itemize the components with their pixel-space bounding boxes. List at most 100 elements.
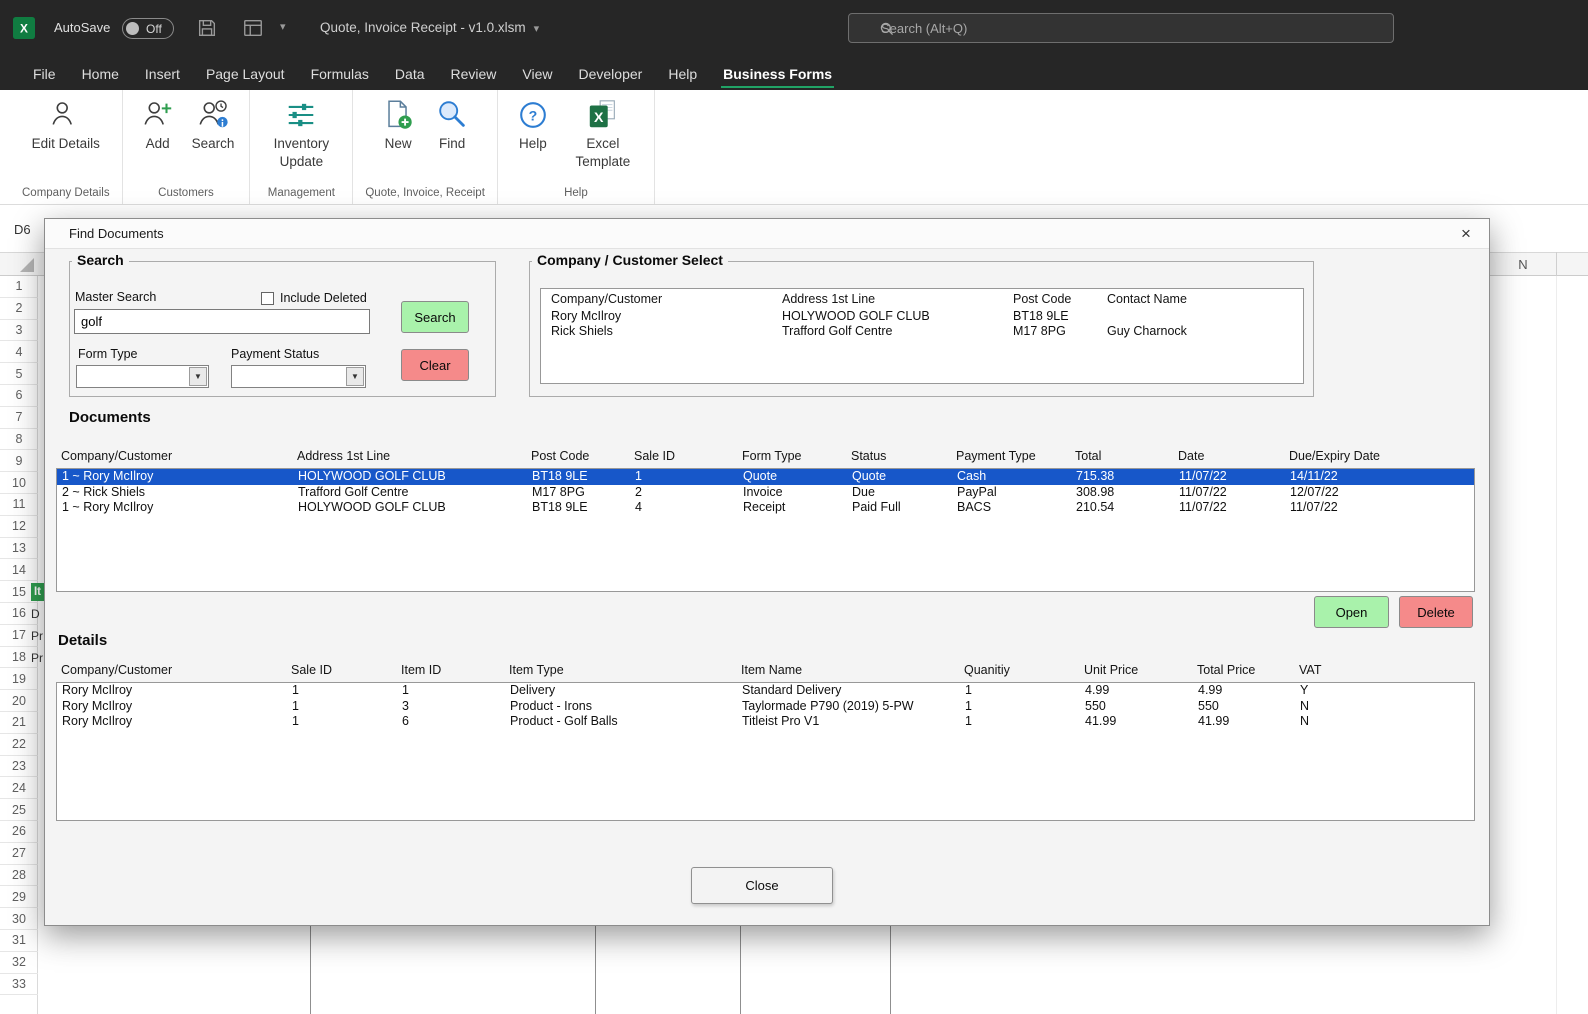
row-header-3[interactable]: 3 bbox=[0, 320, 38, 342]
row-header-26[interactable]: 26 bbox=[0, 821, 38, 843]
cell: HOLYWOOD GOLF CLUB bbox=[782, 309, 930, 323]
name-box[interactable]: D6 bbox=[14, 222, 31, 237]
row-header-6[interactable]: 6 bbox=[0, 385, 38, 407]
cell: Rick Shiels bbox=[551, 324, 613, 338]
column-header-status: Status bbox=[851, 449, 887, 463]
row-header-11[interactable]: 11 bbox=[0, 494, 38, 516]
dialog-close-icon[interactable]: × bbox=[1453, 222, 1479, 246]
close-button[interactable]: Close bbox=[691, 867, 833, 904]
row-header-31[interactable]: 31 bbox=[0, 930, 38, 952]
delete-button[interactable]: Delete bbox=[1399, 596, 1473, 628]
ribbon-button-new[interactable]: New bbox=[375, 96, 421, 155]
company-row-1[interactable]: Rory McIlroy HOLYWOOD GOLF CLUB BT18 9LE bbox=[541, 309, 1303, 324]
clear-button[interactable]: Clear bbox=[401, 349, 469, 381]
save-icon[interactable] bbox=[196, 17, 218, 39]
cell: HOLYWOOD GOLF CLUB bbox=[298, 500, 446, 514]
form-type-dropdown[interactable]: ▼ bbox=[76, 365, 209, 388]
row-header-14[interactable]: 14 bbox=[0, 559, 38, 582]
column-header-payment-type: Payment Type bbox=[956, 449, 1036, 463]
chevron-down-icon[interactable]: ▼ bbox=[189, 367, 207, 386]
ribbon-button-search[interactable]: Search bbox=[189, 96, 238, 155]
menu-tab-developer[interactable]: Developer bbox=[566, 57, 656, 90]
detail-row-3[interactable]: Rory McIlroy 1 6 Product - Golf Balls Titlei… bbox=[57, 714, 1474, 730]
workbook-icon[interactable] bbox=[242, 17, 264, 39]
column-header-quanitiy: Quanitiy bbox=[964, 663, 1010, 677]
menu-tab-insert[interactable]: Insert bbox=[132, 57, 193, 90]
column-header-n[interactable]: N bbox=[1490, 252, 1556, 276]
row-header-24[interactable]: 24 bbox=[0, 777, 38, 800]
menu-tab-help[interactable]: Help bbox=[655, 57, 710, 90]
autosave-toggle[interactable]: Off bbox=[122, 18, 174, 39]
row-header-29[interactable]: 29 bbox=[0, 886, 38, 909]
details-list-headers: Company/Customer Sale ID Item ID Item Type I… bbox=[56, 660, 1475, 680]
cell: Rory McIlroy bbox=[62, 698, 133, 713]
row-header-9[interactable]: 9 bbox=[0, 450, 38, 473]
master-search-input[interactable] bbox=[74, 309, 370, 334]
ribbon-button-label: Inventory Update bbox=[273, 136, 330, 169]
row-header-21[interactable]: 21 bbox=[0, 712, 38, 734]
payment-status-dropdown[interactable]: ▼ bbox=[231, 365, 366, 388]
row-header-20[interactable]: 20 bbox=[0, 690, 38, 712]
row-header-7[interactable]: 7 bbox=[0, 407, 38, 429]
row-header-27[interactable]: 27 bbox=[0, 843, 38, 865]
row-header-25[interactable]: 25 bbox=[0, 799, 38, 821]
cell: 550 bbox=[1198, 698, 1219, 713]
ribbon-button-edit-details[interactable]: Edit Details bbox=[29, 96, 103, 155]
sheet-cell-fragment[interactable]: It bbox=[31, 583, 44, 602]
excel-logo-icon[interactable]: X bbox=[13, 17, 35, 39]
ribbon-button-help[interactable]: ? Help bbox=[510, 96, 556, 155]
include-deleted-checkbox[interactable] bbox=[261, 292, 274, 305]
row-header-30[interactable]: 30 bbox=[0, 908, 38, 930]
company-row-2[interactable]: Rick Shiels Trafford Golf Centre M17 8PG Gu… bbox=[541, 324, 1303, 339]
menu-tab-data[interactable]: Data bbox=[382, 57, 438, 90]
row-header-28[interactable]: 28 bbox=[0, 865, 38, 887]
row-header-32[interactable]: 32 bbox=[0, 952, 38, 974]
sheet-cell-fragment[interactable]: Pr bbox=[31, 627, 43, 645]
row-header-13[interactable]: 13 bbox=[0, 538, 38, 560]
menu-tab-file[interactable]: File bbox=[20, 57, 69, 90]
cell: 210.54 bbox=[1076, 500, 1115, 514]
cell: 308.98 bbox=[1076, 484, 1115, 499]
detail-row-2[interactable]: Rory McIlroy 1 3 Product - Irons Taylormade … bbox=[57, 699, 1474, 715]
row-header-5[interactable]: 5 bbox=[0, 363, 38, 385]
menu-tab-page-layout[interactable]: Page Layout bbox=[193, 57, 298, 90]
row-header-22[interactable]: 22 bbox=[0, 734, 38, 756]
sheet-cell-fragment[interactable]: D bbox=[31, 605, 40, 623]
ribbon-group-label: Management bbox=[267, 187, 335, 199]
search-button[interactable]: Search bbox=[401, 301, 469, 333]
row-header-10[interactable]: 10 bbox=[0, 472, 38, 494]
menu-tab-business-forms[interactable]: Business Forms bbox=[710, 57, 845, 90]
quick-access-caret-icon[interactable]: ▾ bbox=[280, 20, 286, 33]
ribbon-button-add[interactable]: Add bbox=[135, 96, 181, 155]
row-header-8[interactable]: 8 bbox=[0, 429, 38, 451]
menu-tab-view[interactable]: View bbox=[509, 57, 565, 90]
open-button[interactable]: Open bbox=[1314, 596, 1389, 628]
document-row-2[interactable]: 2 ~ Rick Shiels Trafford Golf Centre M17 8… bbox=[57, 485, 1474, 501]
menu-tab-review[interactable]: Review bbox=[438, 57, 510, 90]
row-header-19[interactable]: 19 bbox=[0, 668, 38, 691]
document-row-3[interactable]: 1 ~ Rory McIlroy HOLYWOOD GOLF CLUB BT18 9… bbox=[57, 500, 1474, 516]
menu-tab-formulas[interactable]: Formulas bbox=[298, 57, 382, 90]
menu-tab-home[interactable]: Home bbox=[69, 57, 132, 90]
ribbon-button-excel-template[interactable]: X Excel Template bbox=[564, 96, 642, 172]
gridline bbox=[595, 926, 596, 1014]
chevron-down-icon[interactable]: ▼ bbox=[346, 367, 364, 386]
row-header-1[interactable]: 1 bbox=[0, 276, 38, 298]
row-header-12[interactable]: 12 bbox=[0, 516, 38, 538]
excel-window: X AutoSave Off ▾ Quote, Invoice Receipt … bbox=[0, 0, 1588, 1014]
cell: Quote bbox=[743, 469, 778, 483]
select-all-corner[interactable] bbox=[20, 258, 34, 272]
row-header-4[interactable]: 4 bbox=[0, 341, 38, 364]
row-header-33[interactable]: 33 bbox=[0, 974, 38, 996]
document-title[interactable]: Quote, Invoice Receipt - v1.0.xlsm ▾ bbox=[320, 20, 539, 35]
help-icon: ? bbox=[516, 98, 550, 132]
search-box[interactable]: Search (Alt+Q) bbox=[848, 13, 1394, 43]
detail-row-1[interactable]: Rory McIlroy 1 1 Delivery Standard Delivery 1… bbox=[57, 683, 1474, 699]
ribbon-button-find[interactable]: Find bbox=[429, 96, 475, 155]
row-header-23[interactable]: 23 bbox=[0, 756, 38, 778]
column-header-vat: VAT bbox=[1299, 663, 1322, 677]
row-header-2[interactable]: 2 bbox=[0, 298, 38, 320]
document-row-1[interactable]: 1 ~ Rory McIlroy HOLYWOOD GOLF CLUB BT18 9… bbox=[57, 469, 1474, 485]
sheet-cell-fragment[interactable]: Pr bbox=[31, 649, 43, 667]
ribbon-button-inventory-update[interactable]: Inventory Update bbox=[262, 96, 340, 172]
